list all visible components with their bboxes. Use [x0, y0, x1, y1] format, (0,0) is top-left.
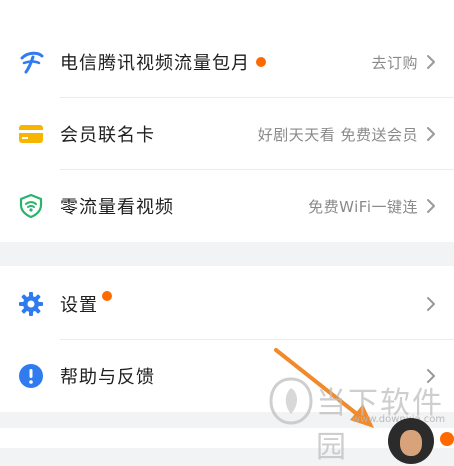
- menu-item-settings[interactable]: 设置: [0, 268, 454, 340]
- menu-item-hint: 去订购: [371, 53, 418, 72]
- chevron-right-icon: [427, 199, 435, 213]
- telecom-logo-icon: [17, 48, 45, 76]
- gear-icon: [17, 290, 45, 318]
- notification-dot: [440, 432, 454, 446]
- menu-item-label: 电信腾讯视频流量包月: [60, 53, 250, 74]
- menu-group-1: 电信腾讯视频流量包月 去订购 会员联名卡 好剧天天看 免费送会员 零流量看视频 …: [0, 24, 454, 242]
- menu-item-label: 零流量看视频: [60, 197, 174, 218]
- card-icon: [17, 120, 45, 148]
- chevron-right-icon: [427, 55, 435, 69]
- avatar-face: [400, 430, 422, 456]
- notification-dot: [102, 291, 112, 301]
- menu-item-telecom-package[interactable]: 电信腾讯视频流量包月 去订购: [0, 26, 454, 98]
- menu-item-label: 帮助与反馈: [60, 367, 155, 388]
- menu-item-label: 会员联名卡: [60, 125, 155, 146]
- avatar[interactable]: [388, 418, 434, 464]
- menu-item-hint: 好剧天天看 免费送会员: [257, 125, 418, 144]
- chevron-right-icon: [427, 127, 435, 141]
- menu-item-hint: 免费WiFi一键连: [308, 197, 418, 216]
- notification-dot: [256, 57, 266, 67]
- info-icon: [17, 362, 45, 390]
- menu-item-zero-data-video[interactable]: 零流量看视频 免费WiFi一键连: [0, 170, 454, 242]
- menu-item-label: 设置: [60, 295, 98, 316]
- wifi-shield-icon: [17, 192, 45, 220]
- top-partial-row: [0, 0, 454, 24]
- chevron-right-icon: [427, 297, 435, 311]
- menu-item-member-card[interactable]: 会员联名卡 好剧天天看 免费送会员: [0, 98, 454, 170]
